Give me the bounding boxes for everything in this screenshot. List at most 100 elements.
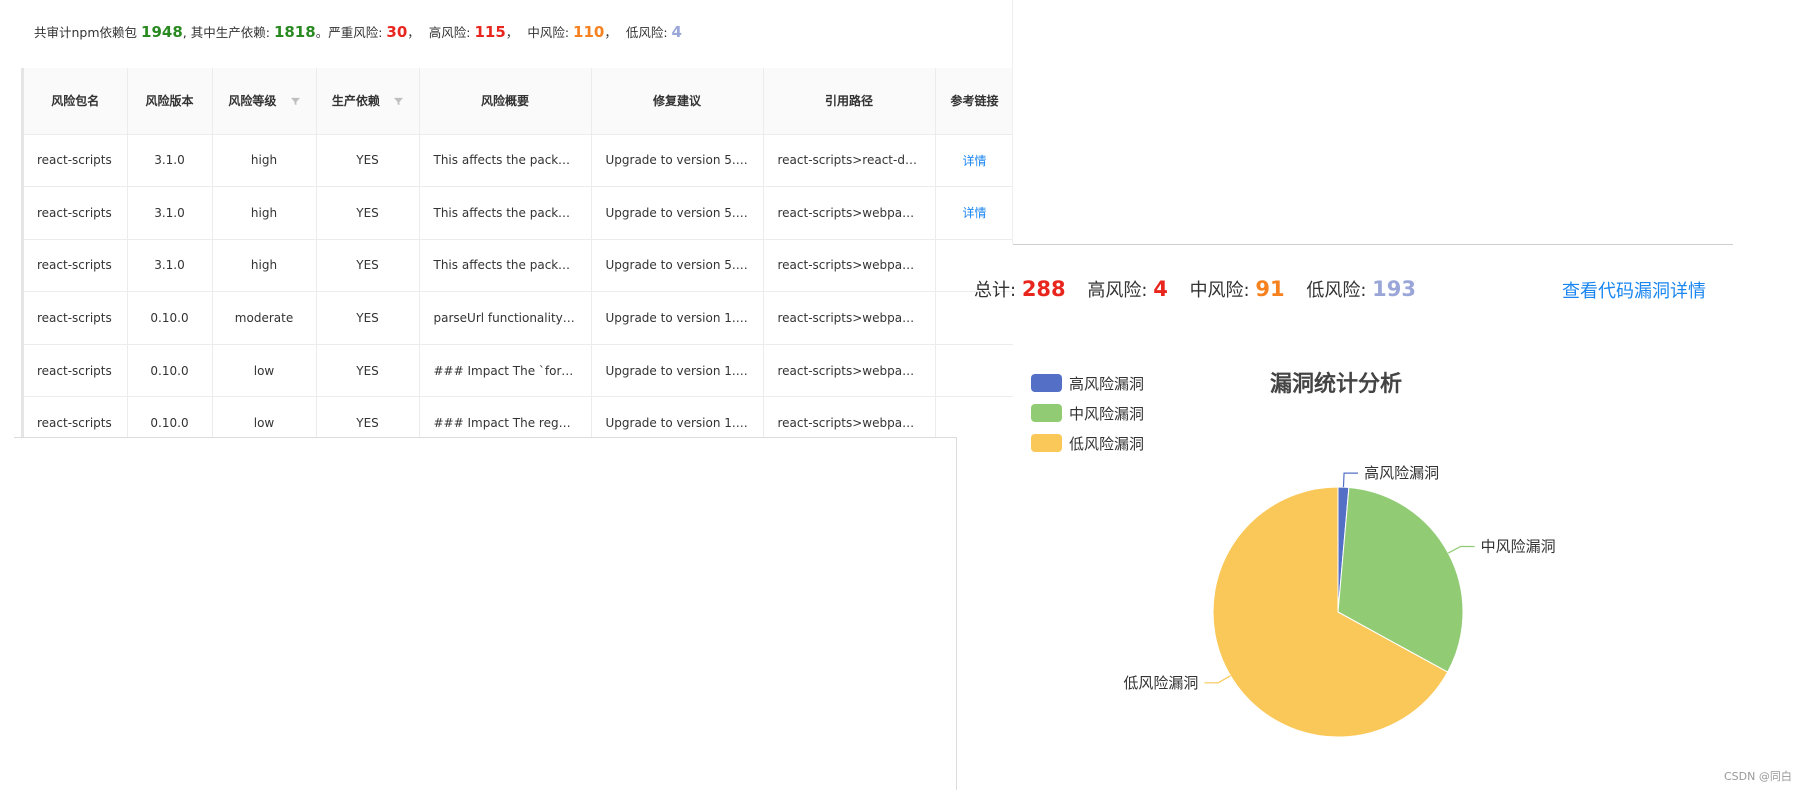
cell-level: low xyxy=(212,396,317,437)
detail-link[interactable]: 详情 xyxy=(962,206,986,220)
npm-audit-panel: 共审计npm依赖包 1948, 其中生产依赖: 1818。严重风险: 30， 高风… xyxy=(0,0,1013,437)
stats-total-count: 288 xyxy=(1021,277,1066,301)
summary-severe-label: 。严重风险: xyxy=(315,25,383,40)
cell-path: react-scripts>webpack... xyxy=(763,186,936,240)
summary-low-count: 4 xyxy=(671,23,682,41)
table-row[interactable]: react-scripts 3.1.0 high YES This affect… xyxy=(24,134,1013,188)
cell-summary: ### Impact The regex u... xyxy=(419,396,592,437)
summary-prod-count: 1818 xyxy=(273,23,316,41)
table-row[interactable]: react-scripts 0.10.0 low YES ### Impact … xyxy=(24,344,1013,398)
column-header-production[interactable]: 生产依赖 xyxy=(316,68,420,135)
table-row[interactable]: react-scripts 0.10.0 moderate YES parseU… xyxy=(24,291,1013,345)
pie-label-line xyxy=(1447,545,1475,554)
summary-separator: ， xyxy=(407,25,420,40)
stats-mid-label: 中风险: xyxy=(1189,280,1250,301)
cell-fix: Upgrade to version 5.1.... xyxy=(591,134,764,188)
cell-path: react-scripts>react-dev... xyxy=(763,134,936,188)
cell-path: react-scripts>webpack-... xyxy=(763,344,936,398)
legend-item[interactable]: 中风险漏洞 xyxy=(1031,398,1144,428)
summary-prod-label: , 其中生产依赖: xyxy=(182,25,270,40)
stats-low-label: 低风险: xyxy=(1306,280,1367,301)
summary-prefix: 共审计npm依赖包 xyxy=(34,25,138,40)
cell-package: react-scripts xyxy=(24,344,128,398)
filter-icon[interactable] xyxy=(290,97,300,106)
legend-label: 高风险漏洞 xyxy=(1069,374,1145,393)
divider xyxy=(956,438,957,790)
cell-version: 0.10.0 xyxy=(127,291,213,345)
cell-reference: 详情 xyxy=(935,134,1013,188)
view-vulnerability-details-link[interactable]: 查看代码漏洞详情 xyxy=(1562,277,1706,303)
legend-swatch xyxy=(1031,404,1062,422)
filter-icon[interactable] xyxy=(394,97,404,106)
summary-high-label: 高风险: xyxy=(428,25,471,40)
cell-level: moderate xyxy=(212,291,317,345)
cell-reference xyxy=(935,396,1013,437)
screenshot-stage: 共审计npm依赖包 1948, 其中生产依赖: 1818。严重风险: 30， 高风… xyxy=(0,0,1806,790)
cell-package: react-scripts xyxy=(24,186,128,240)
cell-production: YES xyxy=(316,186,420,240)
cell-level: high xyxy=(212,134,317,188)
audit-summary: 共审计npm依赖包 1948, 其中生产依赖: 1818。严重风险: 30， 高风… xyxy=(34,22,682,41)
vulnerability-stats: 总计: 288 高风险: 4 中风险: 91 低风险: 193 xyxy=(974,276,1416,302)
legend-item[interactable]: 高风险漏洞 xyxy=(1031,368,1144,398)
cell-version: 3.1.0 xyxy=(127,186,213,240)
stats-total-label: 总计: xyxy=(974,280,1017,301)
column-header-summary[interactable]: 风险概要 xyxy=(419,68,592,135)
summary-separator: ， xyxy=(604,25,617,40)
detail-link[interactable]: 详情 xyxy=(962,154,986,168)
cell-path: react-scripts>webpack-... xyxy=(763,396,936,437)
cell-fix: Upgrade to version 1.0.... xyxy=(591,396,764,437)
audit-table: 风险包名 风险版本 风险等级 生产依赖 风险概要 修复建议 引用路径 参考链接 … xyxy=(24,68,1013,437)
cell-reference xyxy=(935,344,1013,398)
watermark: CSDN @同白 xyxy=(1724,770,1792,783)
summary-mid-label: 中风险: xyxy=(527,25,570,40)
pie-chart: 高风险漏洞中风险漏洞低风险漏洞 xyxy=(1123,464,1556,738)
table-row[interactable]: react-scripts 3.1.0 high YES This affect… xyxy=(24,186,1013,240)
cell-version: 0.10.0 xyxy=(127,344,213,398)
cell-fix: Upgrade to version 1.0.... xyxy=(591,291,764,345)
cell-package: react-scripts xyxy=(24,291,128,345)
cell-level: high xyxy=(212,239,317,293)
column-header-fix[interactable]: 修复建议 xyxy=(591,68,764,135)
cell-path: react-scripts>webpack-... xyxy=(763,291,936,345)
column-header-reference[interactable]: 参考链接 xyxy=(935,68,1013,135)
cell-fix: Upgrade to version 5.1.... xyxy=(591,239,764,293)
cell-level: high xyxy=(212,186,317,240)
pie-label-line xyxy=(1342,472,1359,488)
summary-high-count: 115 xyxy=(474,23,506,41)
cell-summary: This affects the packag... xyxy=(419,134,592,188)
cell-production: YES xyxy=(316,239,420,293)
pie-label-line xyxy=(1204,675,1231,684)
table-header-row: 风险包名 风险版本 风险等级 生产依赖 风险概要 修复建议 引用路径 参考链接 xyxy=(24,68,1013,135)
column-header-package[interactable]: 风险包名 xyxy=(24,68,128,135)
cell-summary: This affects the packag... xyxy=(419,186,592,240)
cell-summary: parseUrl functionality in... xyxy=(419,291,592,345)
divider xyxy=(14,437,957,438)
divider xyxy=(1013,244,1733,245)
cell-fix: Upgrade to version 5.1.... xyxy=(591,186,764,240)
summary-severe-count: 30 xyxy=(386,23,408,41)
column-header-path[interactable]: 引用路径 xyxy=(763,68,936,135)
summary-total-count: 1948 xyxy=(141,23,183,41)
column-header-version[interactable]: 风险版本 xyxy=(127,68,213,135)
table-row[interactable]: react-scripts 0.10.0 low YES ### Impact … xyxy=(24,396,1013,437)
legend-label: 中风险漏洞 xyxy=(1069,404,1145,423)
cell-level: low xyxy=(212,344,317,398)
cell-package: react-scripts xyxy=(24,239,128,293)
stats-high-label: 高风险: xyxy=(1087,280,1148,301)
stats-mid-count: 91 xyxy=(1255,277,1285,301)
column-header-level[interactable]: 风险等级 xyxy=(212,68,317,135)
cell-production: YES xyxy=(316,344,420,398)
summary-separator: ， xyxy=(505,25,519,40)
pie-slice-label: 高风险漏洞 xyxy=(1364,464,1439,482)
cell-production: YES xyxy=(316,134,420,188)
cell-summary: ### Impact The `forge.... xyxy=(419,344,592,398)
cell-package: react-scripts xyxy=(24,396,128,437)
divider xyxy=(1012,0,1013,244)
cell-package: react-scripts xyxy=(24,134,128,188)
table-row[interactable]: react-scripts 3.1.0 high YES This affect… xyxy=(24,239,1013,293)
cell-version: 0.10.0 xyxy=(127,396,213,437)
audit-table-container[interactable]: 风险包名 风险版本 风险等级 生产依赖 风险概要 修复建议 引用路径 参考链接 … xyxy=(21,68,1013,437)
cell-version: 3.1.0 xyxy=(127,239,213,293)
chart-title: 漏洞统计分析 xyxy=(1270,372,1403,397)
